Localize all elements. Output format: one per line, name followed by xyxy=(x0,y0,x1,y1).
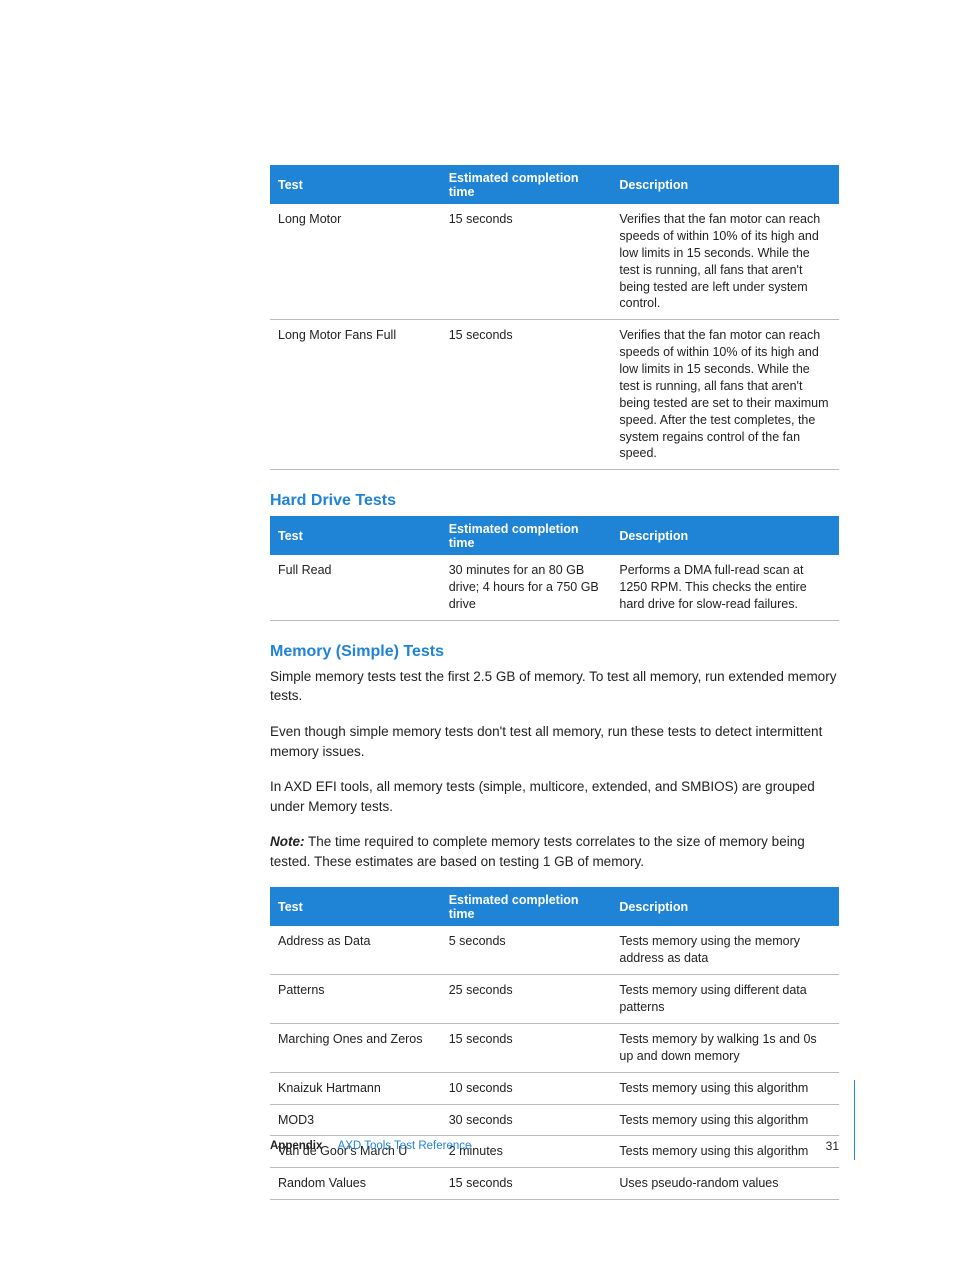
col-header-test: Test xyxy=(270,165,441,204)
memory-para-2: Even though simple memory tests don't te… xyxy=(270,722,839,761)
col-header-test: Test xyxy=(270,887,441,926)
hdd-tests-table: Test Estimated completion time Descripti… xyxy=(270,516,839,621)
cell-time: 10 seconds xyxy=(441,1072,612,1104)
footer-rule xyxy=(854,1080,855,1160)
memory-heading: Memory (Simple) Tests xyxy=(270,643,839,661)
memory-tests-table: Test Estimated completion time Descripti… xyxy=(270,887,839,1200)
cell-desc: Verifies that the fan motor can reach sp… xyxy=(611,320,839,470)
memory-note: Note: The time required to complete memo… xyxy=(270,832,839,871)
table-row: Address as Data 5 seconds Tests memory u… xyxy=(270,926,839,974)
table-row: Long Motor 15 seconds Verifies that the … xyxy=(270,204,839,320)
cell-test: Patterns xyxy=(270,975,441,1024)
cell-test: Long Motor xyxy=(270,204,441,320)
table-row: Knaizuk Hartmann 10 seconds Tests memory… xyxy=(270,1072,839,1104)
cell-desc: Tests memory by walking 1s and 0s up and… xyxy=(611,1023,839,1072)
col-header-desc: Description xyxy=(611,165,839,204)
cell-time: 15 seconds xyxy=(441,1168,612,1200)
table-row: Marching Ones and Zeros 15 seconds Tests… xyxy=(270,1023,839,1072)
cell-test: Knaizuk Hartmann xyxy=(270,1072,441,1104)
cell-test: Full Read xyxy=(270,555,441,620)
hdd-heading: Hard Drive Tests xyxy=(270,492,839,510)
col-header-desc: Description xyxy=(611,887,839,926)
cell-desc: Tests memory using different data patter… xyxy=(611,975,839,1024)
cell-test: Random Values xyxy=(270,1168,441,1200)
cell-time: 15 seconds xyxy=(441,320,612,470)
cell-desc: Performs a DMA full-read scan at 1250 RP… xyxy=(611,555,839,620)
table-row: Random Values 15 seconds Uses pseudo-ran… xyxy=(270,1168,839,1200)
cell-desc: Uses pseudo-random values xyxy=(611,1168,839,1200)
cell-desc: Verifies that the fan motor can reach sp… xyxy=(611,204,839,320)
note-label: Note: xyxy=(270,834,305,849)
footer-title: AXD Tools Test Reference xyxy=(338,1140,472,1152)
col-header-desc: Description xyxy=(611,516,839,555)
cell-time: 15 seconds xyxy=(441,204,612,320)
col-header-test: Test xyxy=(270,516,441,555)
cell-test: Long Motor Fans Full xyxy=(270,320,441,470)
table-row: MOD3 30 seconds Tests memory using this … xyxy=(270,1104,839,1136)
table-row: Long Motor Fans Full 15 seconds Verifies… xyxy=(270,320,839,470)
fan-tests-table: Test Estimated completion time Descripti… xyxy=(270,165,839,470)
page-content: Test Estimated completion time Descripti… xyxy=(0,0,954,1282)
cell-time: 30 minutes for an 80 GB drive; 4 hours f… xyxy=(441,555,612,620)
col-header-time: Estimated completion time xyxy=(441,165,612,204)
cell-time: 5 seconds xyxy=(441,926,612,974)
footer-appendix: Appendix xyxy=(270,1140,322,1152)
cell-time: 15 seconds xyxy=(441,1023,612,1072)
col-header-time: Estimated completion time xyxy=(441,516,612,555)
cell-desc: Tests memory using this algorithm xyxy=(611,1072,839,1104)
page-footer: Appendix AXD Tools Test Reference 31 xyxy=(270,1139,839,1153)
cell-time: 30 seconds xyxy=(441,1104,612,1136)
cell-test: Marching Ones and Zeros xyxy=(270,1023,441,1072)
col-header-time: Estimated completion time xyxy=(441,887,612,926)
cell-test: MOD3 xyxy=(270,1104,441,1136)
cell-desc: Tests memory using the memory address as… xyxy=(611,926,839,974)
memory-para-3: In AXD EFI tools, all memory tests (simp… xyxy=(270,777,839,816)
table-row: Full Read 30 minutes for an 80 GB drive;… xyxy=(270,555,839,620)
cell-desc: Tests memory using this algorithm xyxy=(611,1104,839,1136)
table-row: Patterns 25 seconds Tests memory using d… xyxy=(270,975,839,1024)
cell-time: 25 seconds xyxy=(441,975,612,1024)
note-body: The time required to complete memory tes… xyxy=(270,834,805,869)
footer-page-number: 31 xyxy=(826,1139,839,1153)
cell-test: Address as Data xyxy=(270,926,441,974)
memory-para-1: Simple memory tests test the first 2.5 G… xyxy=(270,667,839,706)
